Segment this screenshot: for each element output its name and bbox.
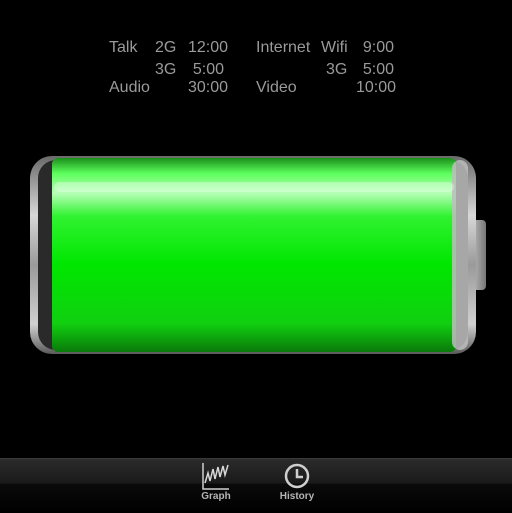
talk-2g-time: 12:00 (187, 39, 228, 56)
audio-time: 30:00 (187, 79, 228, 96)
talk-3g-label: 3G (155, 61, 177, 78)
internet-wifi-time: 9:00 (362, 39, 394, 56)
video-time: 10:00 (355, 79, 396, 96)
talk-label: Talk (109, 39, 138, 56)
tab-history[interactable]: History (262, 459, 332, 513)
usage-stats: Talk 2G 12:00 3G 5:00 Internet Wifi 9:00… (0, 0, 512, 110)
internet-label: Internet (256, 39, 311, 56)
talk-2g-label: 2G (155, 39, 177, 56)
internet-3g-label: 3G (326, 61, 348, 78)
internet-wifi-label: Wifi (321, 39, 348, 56)
clock-icon (282, 461, 312, 491)
graph-icon (201, 461, 231, 491)
battery-graphic (30, 156, 490, 354)
tab-graph-label: Graph (201, 491, 231, 502)
internet-3g-time: 5:00 (362, 61, 394, 78)
tab-history-label: History (279, 491, 315, 502)
talk-3g-time: 5:00 (192, 61, 224, 78)
tab-graph[interactable]: Graph (181, 459, 251, 513)
video-label: Video (256, 79, 297, 96)
tab-bar: Graph History (0, 458, 512, 513)
audio-label: Audio (109, 79, 150, 96)
